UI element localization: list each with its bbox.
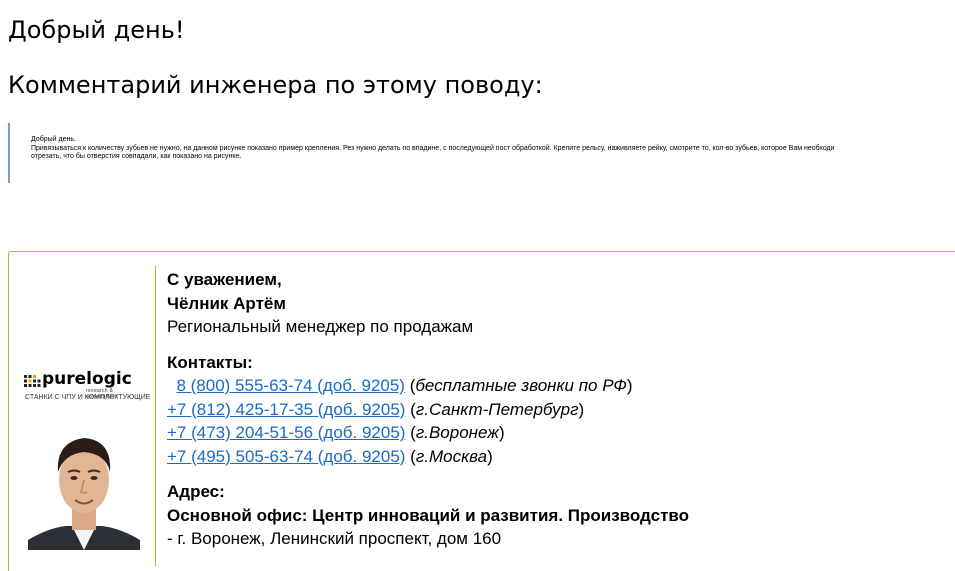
address-title: Адрес: bbox=[167, 482, 225, 501]
phone-note: г.Санкт-Петербург bbox=[415, 399, 579, 419]
phone-row: +7 (473) 204-51-56 (доб. 9205) (г.Вороне… bbox=[167, 423, 505, 442]
quote-line-body: Привязываться к количеству зубьев не нуж… bbox=[31, 144, 835, 152]
engineer-comment-heading: Комментарий инженера по этому поводу: bbox=[8, 71, 543, 99]
phone-note: бесплатные звонки по РФ bbox=[415, 376, 627, 395]
quoted-engineer-message: Добрый день. Привязываться к количеству … bbox=[8, 123, 955, 183]
dot-grid-logo-icon bbox=[24, 375, 41, 387]
office-address: - г. Воронеж, Ленинский проспект, дом 16… bbox=[167, 529, 502, 548]
quote-line-greeting: Добрый день. bbox=[31, 136, 76, 143]
logo-tagline: СТАНКИ С ЧПУ И КОМПЛЕКТУЮЩИЕ bbox=[25, 394, 151, 401]
office-title: Основной офис: Центр инноваций и развити… bbox=[167, 505, 690, 525]
phone-link-spb[interactable]: +7 (812) 425-17-35 (доб. 9205) bbox=[167, 400, 405, 419]
signature-position: Региональный менеджер по продажам bbox=[167, 317, 474, 336]
phone-note: г.Воронеж bbox=[415, 423, 499, 442]
company-logo: purelogic research & development СТАНКИ … bbox=[24, 369, 150, 404]
contacts-title: Контакты: bbox=[167, 352, 253, 372]
phone-row: +7 (812) 425-17-35 (доб. 9205) (г.Санкт-… bbox=[167, 399, 585, 419]
phone-note: г.Москва bbox=[415, 446, 488, 466]
person-portrait bbox=[28, 428, 140, 550]
phone-link-moscow[interactable]: +7 (495) 505-63-74 (доб. 9205) bbox=[167, 447, 405, 466]
signature-regards: С уважением, bbox=[167, 270, 282, 289]
quote-line-closing: отрезать, что бы отверстия совпадали, ка… bbox=[31, 153, 242, 160]
signature-block: С уважением, Чёлник Артём Региональный м… bbox=[167, 268, 689, 551]
phone-row: 8 (800) 555-63-74 (доб. 9205) (бесплатны… bbox=[176, 376, 633, 395]
phone-link-freephone[interactable]: 8 (800) 555-63-74 (доб. 9205) bbox=[176, 376, 405, 395]
signature-name: Чёлник Артём bbox=[167, 293, 286, 313]
phone-row: +7 (495) 505-63-74 (доб. 9205) (г.Москва… bbox=[167, 446, 493, 466]
phone-link-voronezh[interactable]: +7 (473) 204-51-56 (доб. 9205) bbox=[167, 423, 405, 442]
signature-divider bbox=[155, 266, 156, 566]
logo-wordmark: purelogic bbox=[42, 369, 132, 389]
greeting-heading: Добрый день! bbox=[8, 16, 185, 44]
